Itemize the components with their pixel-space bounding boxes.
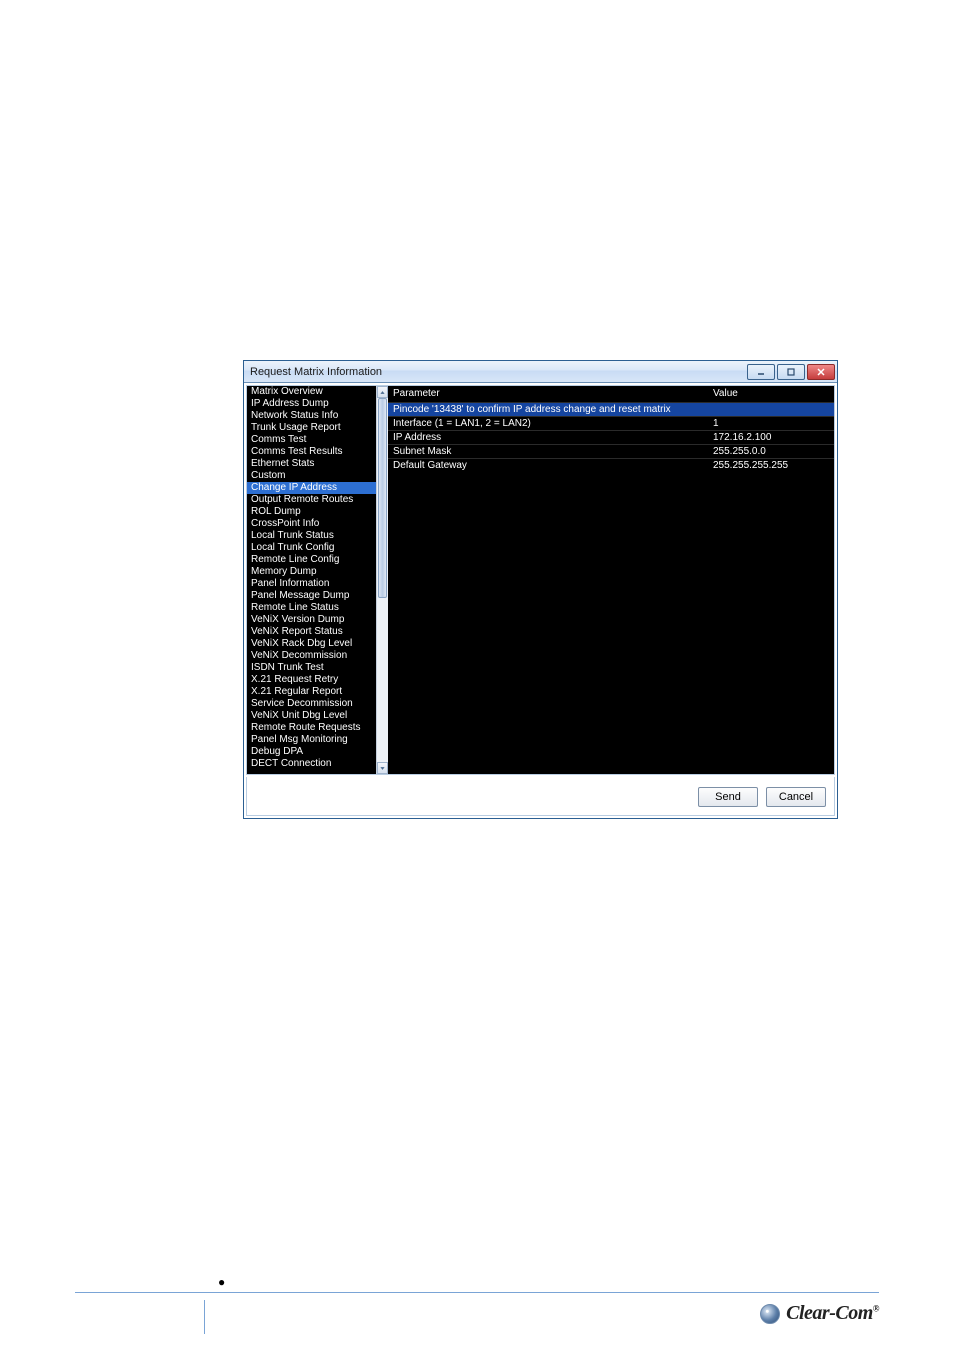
- sidebar-item[interactable]: Remote Line Status: [247, 602, 385, 614]
- sidebar-item[interactable]: VeNiX Unit Dbg Level: [247, 710, 385, 722]
- sidebar-item[interactable]: VeNiX Decommission: [247, 650, 385, 662]
- grid-row[interactable]: Pincode '13438' to confirm IP address ch…: [387, 402, 834, 416]
- sidebar-item[interactable]: ROL Dump: [247, 506, 385, 518]
- sidebar-item[interactable]: Output Remote Routes: [247, 494, 385, 506]
- sidebar-item[interactable]: Local Trunk Config: [247, 542, 385, 554]
- sidebar-list[interactable]: Matrix OverviewIP Address DumpNetwork St…: [247, 386, 387, 774]
- param-cell: Default Gateway: [387, 459, 707, 472]
- value-cell[interactable]: [707, 403, 834, 416]
- param-cell: Pincode '13438' to confirm IP address ch…: [387, 403, 707, 416]
- sidebar-item[interactable]: Memory Dump: [247, 566, 385, 578]
- footer-divider: [75, 1292, 879, 1294]
- scroll-track[interactable]: [377, 398, 388, 762]
- footer-logo: Clear-Com®: [760, 1302, 879, 1325]
- parameter-pane: Parameter Value Pincode '13438' to confi…: [387, 386, 834, 774]
- cancel-button[interactable]: Cancel: [766, 787, 826, 807]
- sidebar-item[interactable]: Remote Line Config: [247, 554, 385, 566]
- sidebar-item[interactable]: Service Decommission: [247, 698, 385, 710]
- sidebar-item[interactable]: CrossPoint Info: [247, 518, 385, 530]
- grid-body: Pincode '13438' to confirm IP address ch…: [387, 402, 834, 774]
- sidebar-item[interactable]: ISDN Trunk Test: [247, 662, 385, 674]
- footer-left-line: [204, 1300, 205, 1334]
- value-cell[interactable]: 255.255.255.255: [707, 459, 834, 472]
- sidebar-item[interactable]: VeNiX Rack Dbg Level: [247, 638, 385, 650]
- sidebar-item[interactable]: DECT Connection: [247, 758, 385, 770]
- close-button[interactable]: [807, 364, 835, 380]
- scroll-up-button[interactable]: [377, 386, 388, 398]
- minimize-icon: [756, 367, 766, 377]
- window-title: Request Matrix Information: [250, 366, 382, 378]
- bullet-marker: ●: [218, 1275, 225, 1289]
- dialog-window: Request Matrix Information Matrix Overvi…: [243, 360, 838, 819]
- sidebar-item[interactable]: Network Status Info: [247, 410, 385, 422]
- maximize-icon: [786, 367, 796, 377]
- param-cell: Interface (1 = LAN1, 2 = LAN2): [387, 417, 707, 430]
- value-cell[interactable]: 1: [707, 417, 834, 430]
- sidebar-item[interactable]: Trunk Usage Report: [247, 422, 385, 434]
- brand-text: Clear-Com®: [786, 1302, 879, 1325]
- sidebar-item[interactable]: Ethernet Stats: [247, 458, 385, 470]
- value-cell[interactable]: 172.16.2.100: [707, 431, 834, 444]
- sidebar-scrollbar[interactable]: [376, 386, 387, 774]
- grid-row[interactable]: Default Gateway255.255.255.255: [387, 458, 834, 472]
- sidebar-item[interactable]: Panel Msg Monitoring: [247, 734, 385, 746]
- sidebar-container: Matrix OverviewIP Address DumpNetwork St…: [247, 386, 387, 774]
- scroll-thumb[interactable]: [378, 398, 387, 598]
- sidebar-item[interactable]: Comms Test Results: [247, 446, 385, 458]
- chevron-down-icon: [379, 765, 386, 772]
- sidebar-item[interactable]: Change IP Address: [247, 482, 385, 494]
- brand-icon: [760, 1304, 780, 1324]
- window-body: Matrix OverviewIP Address DumpNetwork St…: [246, 385, 835, 775]
- param-cell: Subnet Mask: [387, 445, 707, 458]
- button-bar: Send Cancel: [246, 777, 835, 816]
- sidebar-item[interactable]: Matrix Overview: [247, 386, 385, 398]
- window-controls: [745, 364, 835, 380]
- value-cell[interactable]: 255.255.0.0: [707, 445, 834, 458]
- sidebar-item[interactable]: Custom: [247, 470, 385, 482]
- sidebar-item[interactable]: X.21 Regular Report: [247, 686, 385, 698]
- sidebar-item[interactable]: Panel Message Dump: [247, 590, 385, 602]
- sidebar-item[interactable]: Comms Test: [247, 434, 385, 446]
- header-parameter: Parameter: [387, 386, 707, 401]
- sidebar-item[interactable]: IP Address Dump: [247, 398, 385, 410]
- sidebar-item[interactable]: Local Trunk Status: [247, 530, 385, 542]
- sidebar-item[interactable]: X.21 Request Retry: [247, 674, 385, 686]
- minimize-button[interactable]: [747, 364, 775, 380]
- grid-row[interactable]: IP Address172.16.2.100: [387, 430, 834, 444]
- param-cell: IP Address: [387, 431, 707, 444]
- grid-row[interactable]: Interface (1 = LAN1, 2 = LAN2)1: [387, 416, 834, 430]
- sidebar-item[interactable]: Remote Route Requests: [247, 722, 385, 734]
- grid-header: Parameter Value: [387, 386, 834, 402]
- grid-row[interactable]: Subnet Mask255.255.0.0: [387, 444, 834, 458]
- titlebar[interactable]: Request Matrix Information: [244, 361, 837, 383]
- chevron-up-icon: [379, 389, 386, 396]
- send-button[interactable]: Send: [698, 787, 758, 807]
- header-value: Value: [707, 386, 834, 401]
- sidebar-item[interactable]: Debug DPA: [247, 746, 385, 758]
- close-icon: [816, 367, 826, 377]
- maximize-button[interactable]: [777, 364, 805, 380]
- sidebar-item[interactable]: VeNiX Version Dump: [247, 614, 385, 626]
- scroll-down-button[interactable]: [377, 762, 388, 774]
- sidebar-item[interactable]: VeNiX Report Status: [247, 626, 385, 638]
- sidebar-item[interactable]: Panel Information: [247, 578, 385, 590]
